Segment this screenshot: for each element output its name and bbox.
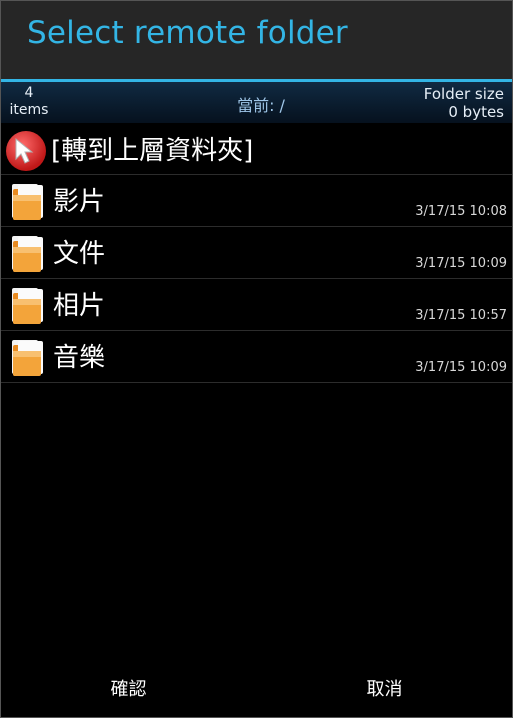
folder-icon [12, 340, 43, 376]
folder-list: 影片 3/17/15 10:08 文件 3/17/15 10:09 相片 3/1… [1, 175, 512, 383]
item-count: 4 items [7, 85, 51, 119]
go-up-label: [轉到上層資料夾] [51, 136, 254, 166]
folder-date: 3/17/15 10:09 [415, 256, 507, 271]
go-up-folder-item[interactable]: [轉到上層資料夾] [1, 124, 512, 175]
folder-size-label: Folder size [423, 85, 504, 103]
folder-icon [12, 236, 43, 272]
info-bar: 4 items 當前: / Folder size 0 bytes [1, 82, 512, 123]
up-arrow-icon [6, 131, 46, 171]
list-item[interactable]: 相片 3/17/15 10:57 [1, 279, 512, 331]
dialog-titlebar: Select remote folder [1, 1, 512, 79]
folder-date: 3/17/15 10:08 [415, 204, 507, 219]
item-count-value: 4 [24, 85, 34, 101]
folder-name: 影片 [53, 187, 106, 217]
list-item[interactable]: 文件 3/17/15 10:09 [1, 227, 512, 279]
dialog-title: Select remote folder [27, 15, 348, 51]
list-item[interactable]: 影片 3/17/15 10:08 [1, 175, 512, 227]
folder-size-value: 0 bytes [448, 103, 504, 121]
folder-name: 相片 [53, 291, 106, 321]
folder-icon [12, 184, 43, 220]
confirm-button[interactable]: 確認 [1, 663, 256, 717]
dialog-button-bar: 確認 取消 [1, 663, 512, 717]
folder-name: 音樂 [53, 343, 106, 373]
folder-date: 3/17/15 10:57 [415, 308, 507, 323]
folder-size: Folder size 0 bytes [424, 85, 504, 121]
folder-icon [12, 288, 43, 324]
folder-date: 3/17/15 10:09 [415, 360, 507, 375]
list-item[interactable]: 音樂 3/17/15 10:09 [1, 331, 512, 383]
cancel-button[interactable]: 取消 [257, 663, 512, 717]
remote-folder-dialog: Select remote folder 4 items 當前: / Folde… [0, 0, 513, 718]
folder-name: 文件 [53, 239, 106, 269]
item-count-unit: items [9, 102, 49, 118]
current-path: 當前: / [237, 96, 285, 115]
